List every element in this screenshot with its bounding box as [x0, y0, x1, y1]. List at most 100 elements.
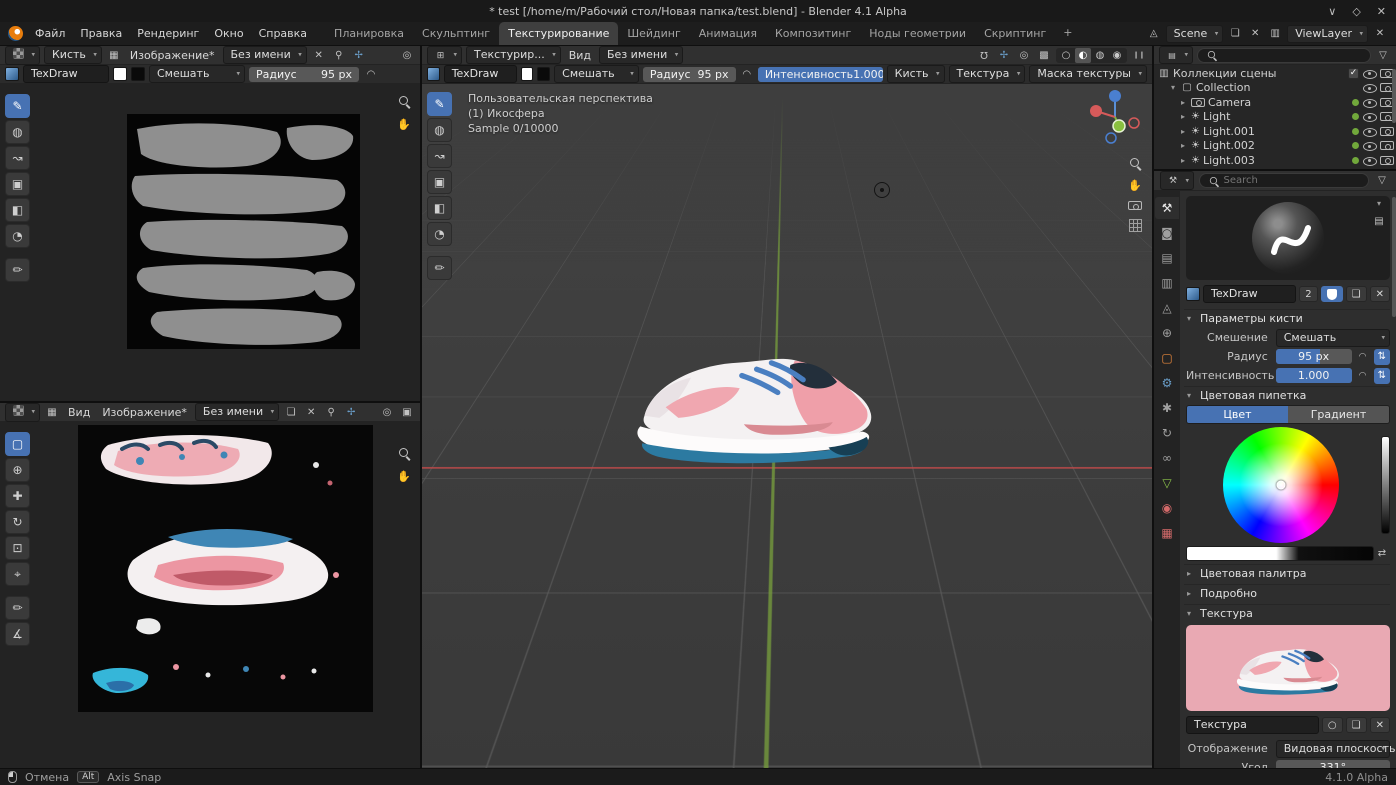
mode-selector[interactable]: Текстурир... — [466, 46, 561, 64]
pan-hand-icon[interactable]: ✋ — [397, 118, 411, 131]
preview-list-icon[interactable]: ▤ — [1371, 213, 1387, 229]
radius-slider[interactable]: Радиус 95 px — [249, 66, 359, 82]
brush-thumbnail[interactable] — [5, 67, 19, 81]
menu-window[interactable]: Окно — [207, 24, 250, 43]
tool-fill[interactable]: ◧ — [427, 196, 452, 220]
tool-smear[interactable]: ↝ — [5, 146, 30, 170]
pressure-toggle-icon[interactable]: ◠ — [1355, 368, 1371, 384]
tab-output[interactable]: ▤ — [1155, 247, 1179, 269]
hide-eye-icon[interactable] — [1362, 96, 1377, 109]
tool-scale[interactable]: ⊡ — [5, 536, 30, 560]
shading-material[interactable]: ◍ — [1092, 48, 1108, 63]
tab-render[interactable]: ◙ — [1155, 222, 1179, 244]
brush-preview[interactable]: ▾ ▤ — [1186, 196, 1390, 280]
tool-fill[interactable]: ◧ — [5, 198, 30, 222]
pressure-toggle-icon[interactable]: ◠ — [363, 66, 379, 82]
gizmo-toggle-icon[interactable]: ✢ — [996, 47, 1012, 63]
tool-move[interactable]: ✚ — [5, 484, 30, 508]
brush-thumbnail[interactable] — [427, 67, 440, 81]
outliner-search[interactable] — [1197, 47, 1371, 63]
close-button[interactable]: ✕ — [1377, 5, 1386, 18]
tab-scene[interactable]: ◬ — [1155, 297, 1179, 319]
angle-slider[interactable]: 331° — [1275, 760, 1390, 768]
secondary-color-swatch[interactable] — [131, 67, 145, 81]
disable-render-icon[interactable] — [1380, 141, 1394, 151]
scene-unlink-icon[interactable]: ✕ — [1247, 26, 1263, 42]
hide-eye-icon[interactable] — [1362, 110, 1377, 123]
unlink-button[interactable]: ✕ — [1369, 286, 1390, 302]
tool-soften[interactable]: ◍ — [5, 120, 30, 144]
texture-popover[interactable]: Текстура — [948, 65, 1026, 83]
zoom-icon[interactable] — [397, 94, 411, 108]
unlink-image-icon[interactable]: ✕ — [311, 47, 327, 63]
shading-wireframe[interactable]: ○ — [1058, 48, 1074, 63]
pressure-toggle-icon[interactable]: ◠ — [1355, 349, 1371, 365]
scene-new-icon[interactable]: ❏ — [1227, 26, 1243, 42]
texture-preview[interactable] — [1186, 625, 1390, 711]
section-color-palette[interactable]: ▸ Цветовая палитра — [1184, 564, 1390, 582]
tool-cursor[interactable]: ⊕ — [5, 458, 30, 482]
minimize-button[interactable]: ∨ — [1328, 5, 1336, 18]
tab-layout[interactable]: Планировка — [325, 22, 413, 45]
mapping-dropdown[interactable]: Видовая плоскость — [1275, 739, 1395, 758]
primary-color-swatch[interactable] — [113, 67, 127, 81]
hide-eye-icon[interactable] — [1362, 139, 1377, 152]
strength-slider[interactable]: 1.000 — [1275, 368, 1352, 383]
light-row[interactable]: ▸ ☀ Light.002 — [1178, 139, 1394, 154]
tab-modifiers[interactable]: ⚙ — [1155, 372, 1179, 394]
camera-view-icon[interactable] — [1128, 201, 1142, 210]
tool-measure[interactable]: ∡ — [5, 622, 30, 646]
filter-icon[interactable]: ▽ — [1374, 173, 1390, 189]
tab-animation[interactable]: Анимация — [690, 22, 766, 45]
outliner-scrollbar[interactable] — [1392, 69, 1396, 123]
tool-transform[interactable]: ⌖ — [5, 562, 30, 586]
image-menu[interactable]: Изображение* — [98, 405, 191, 420]
hide-eye-icon[interactable] — [1362, 67, 1377, 80]
tab-texture[interactable]: ▦ — [1155, 522, 1179, 544]
tool-draw[interactable]: ✎ — [5, 94, 30, 118]
tab-material[interactable]: ◉ — [1155, 497, 1179, 519]
scene-selector[interactable]: Scene — [1165, 24, 1224, 43]
section-advanced[interactable]: ▸ Подробно — [1184, 584, 1390, 602]
collection-checkbox[interactable]: ✓ — [1348, 67, 1359, 79]
overlays-icon[interactable]: ◎ — [399, 47, 415, 63]
image-editor-view-canvas[interactable]: ▢ ⊕ ✚ ↻ ⊡ ⌖ ✏ ∡ ✋ — [0, 422, 420, 768]
primary-color-swatch[interactable] — [520, 67, 534, 81]
image-menu[interactable]: Изображение* — [126, 48, 219, 63]
editor-type-selector[interactable] — [5, 402, 40, 422]
xray-toggle-icon[interactable]: ▩ — [1036, 47, 1052, 63]
tool-clone[interactable]: ▣ — [5, 172, 30, 196]
scene-collection-row[interactable]: ▥ Коллекции сцены ✓ — [1158, 66, 1394, 81]
browse-texture-button[interactable]: ○ — [1321, 717, 1343, 733]
tool-smear[interactable]: ↝ — [427, 144, 452, 168]
overlays-icon[interactable]: ◎ — [1016, 47, 1032, 63]
tab-object-data[interactable]: ▽ — [1155, 472, 1179, 494]
properties-search[interactable] — [1199, 173, 1369, 188]
hide-eye-icon[interactable] — [1362, 81, 1377, 94]
users-count-button[interactable]: 2 — [1299, 286, 1318, 302]
zoom-icon[interactable] — [1128, 156, 1142, 170]
editor-type-selector[interactable] — [5, 45, 40, 65]
menu-file[interactable]: Файл — [28, 24, 72, 43]
tab-scripting[interactable]: Скриптинг — [975, 22, 1055, 45]
tab-view-layer[interactable]: ▥ — [1155, 272, 1179, 294]
radius-slider[interactable]: Радиус 95 px — [642, 66, 736, 82]
tab-color[interactable]: Цвет — [1187, 406, 1288, 423]
duplicate-image-icon[interactable]: ❏ — [283, 404, 299, 420]
properties-scrollbar[interactable] — [1392, 197, 1396, 317]
sneaker-model[interactable] — [617, 332, 892, 472]
preview-dropdown-icon[interactable]: ▾ — [1374, 199, 1384, 208]
display-mode-icon[interactable]: ▦ — [44, 404, 60, 420]
color-wheel[interactable] — [1222, 427, 1339, 543]
disable-render-icon[interactable] — [1380, 126, 1394, 136]
light-object-gizmo[interactable] — [874, 182, 890, 198]
zoom-icon[interactable] — [397, 446, 411, 460]
fake-user-button[interactable] — [1320, 286, 1343, 302]
gizmo-toggle-icon[interactable]: ✢ — [343, 404, 359, 420]
tool-draw[interactable]: ✎ — [427, 92, 452, 116]
section-brush-settings[interactable]: ▾ Параметры кисти — [1184, 309, 1390, 327]
menu-render[interactable]: Рендеринг — [130, 24, 206, 43]
menu-edit[interactable]: Правка — [73, 24, 129, 43]
region-toggle-icon[interactable]: ▣ — [399, 404, 415, 420]
tab-world[interactable]: ⊕ — [1155, 322, 1179, 344]
